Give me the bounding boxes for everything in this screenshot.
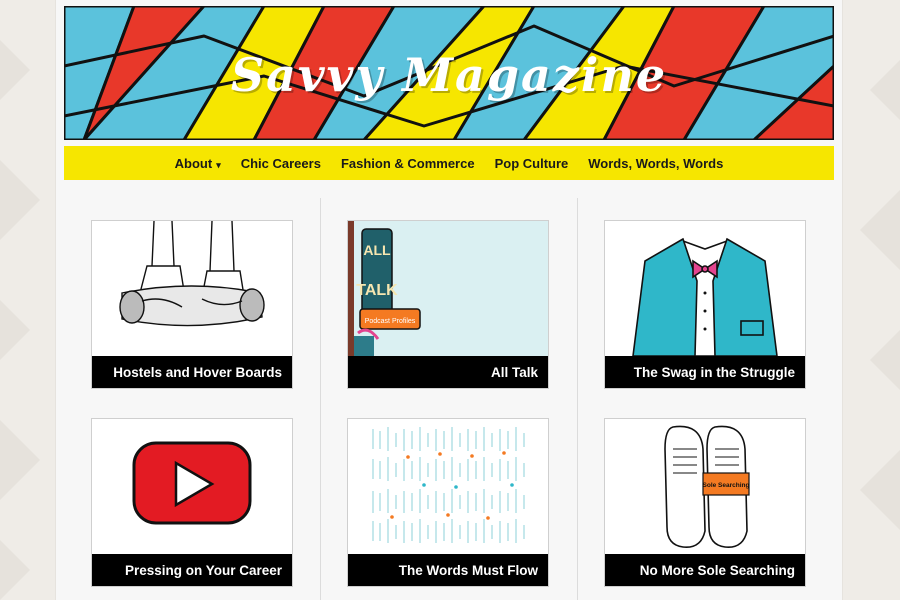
nav-item-chic-careers[interactable]: Chic Careers — [241, 156, 321, 171]
column-divider — [577, 198, 578, 600]
site-title[interactable]: Savvy Magazine — [64, 48, 834, 102]
site-banner[interactable]: Savvy Magazine — [64, 6, 834, 140]
article-grid: Hostels and Hover Boards ALL TALK Podcas… — [64, 188, 834, 600]
sneakers-illustration: Sole Searching — [664, 425, 750, 548]
play-button-icon — [132, 441, 252, 525]
page-container: Savvy Magazine About ▾ Chic Careers Fashi… — [56, 0, 842, 600]
article-card[interactable]: The Words Must Flow — [347, 418, 549, 587]
caret-down-icon: ▾ — [216, 159, 221, 170]
article-title[interactable]: Hostels and Hover Boards — [92, 356, 292, 388]
neon-sign-illustration: ALL TALK Podcast Profiles — [348, 221, 548, 356]
column-divider — [320, 198, 321, 600]
article-card[interactable]: Hostels and Hover Boards — [91, 220, 293, 389]
nav-item-fashion-commerce[interactable]: Fashion & Commerce — [341, 156, 475, 171]
article-title[interactable]: The Words Must Flow — [348, 554, 548, 586]
sign-tag: Podcast Profiles — [365, 318, 416, 325]
article-title[interactable]: All Talk — [348, 356, 548, 388]
article-card[interactable]: The Swag in the Struggle — [604, 220, 806, 389]
nav-item-pop-culture[interactable]: Pop Culture — [495, 156, 569, 171]
article-card[interactable]: Sole Searching No More Sole Searching — [604, 418, 806, 587]
article-card[interactable]: Pressing on Your Career — [91, 418, 293, 587]
article-title[interactable]: The Swag in the Struggle — [605, 356, 805, 388]
sole-searching-tag: Sole Searching — [703, 482, 750, 489]
hoverboard-illustration — [119, 221, 265, 327]
article-card[interactable]: ALL TALK Podcast Profiles All Talk — [347, 220, 549, 389]
sign-text-top: ALL — [363, 242, 391, 258]
background-pattern-right — [860, 60, 900, 530]
circuit-lines-illustration — [372, 427, 525, 543]
background-pattern-left — [0, 40, 40, 600]
nav-item-label: About — [174, 155, 213, 171]
nav-item-about[interactable]: About ▾ — [175, 156, 221, 171]
article-title[interactable]: No More Sole Searching — [605, 554, 805, 586]
sign-text-bottom: TALK — [356, 282, 398, 299]
main-navigation: About ▾ Chic Careers Fashion & Commerce P… — [64, 146, 834, 180]
article-title[interactable]: Pressing on Your Career — [92, 554, 292, 586]
suit-illustration — [632, 237, 778, 356]
nav-item-words[interactable]: Words, Words, Words — [588, 156, 723, 171]
